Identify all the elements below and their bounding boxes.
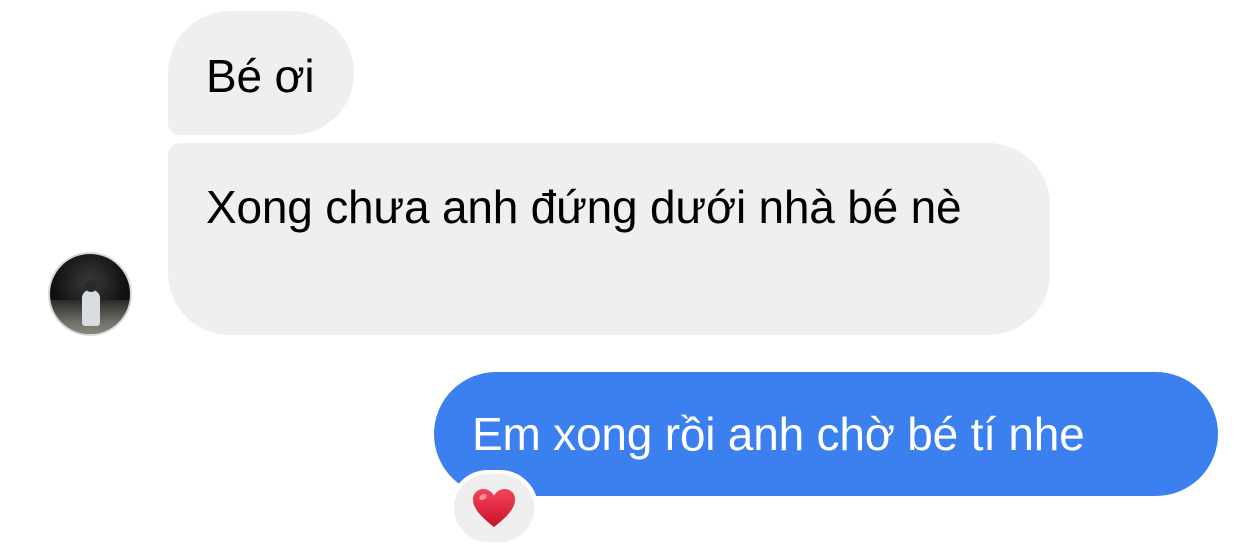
avatar-photo-person <box>82 290 100 326</box>
incoming-message-bubble[interactable]: Xong chưa anh đứng dưới nhà bé nè <box>168 143 1050 335</box>
message-reaction[interactable] <box>450 470 538 546</box>
incoming-message-bubble[interactable]: Bé ơi <box>168 11 355 135</box>
heart-icon <box>473 489 515 527</box>
outgoing-message-bubble[interactable]: Em xong rồi anh chờ bé tí nhe <box>434 372 1218 496</box>
avatar-photo-head <box>85 280 97 292</box>
sender-avatar[interactable] <box>48 252 132 336</box>
